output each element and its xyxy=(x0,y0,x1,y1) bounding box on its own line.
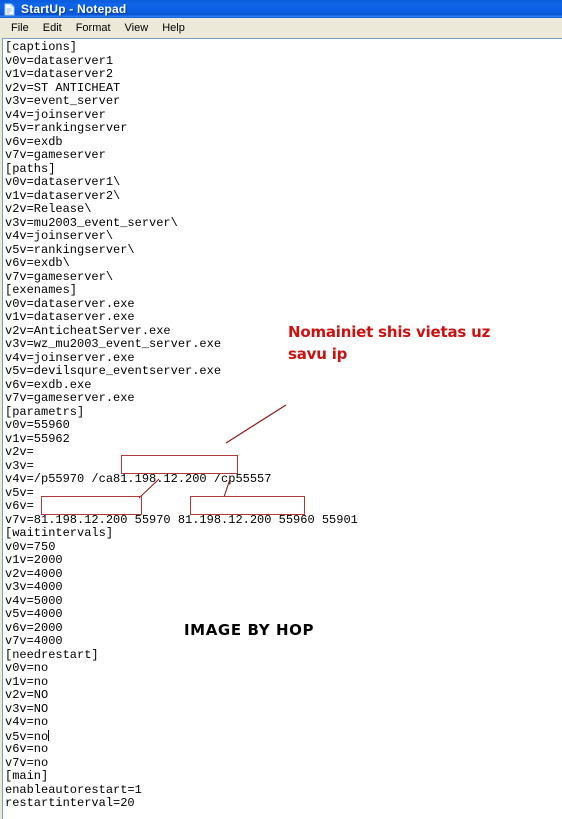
notepad-window: StartUp - Notepad File Edit Format View … xyxy=(0,0,562,819)
document-line: [needrestart] xyxy=(5,647,99,662)
document-line: enableautorestart=1 xyxy=(5,782,142,797)
document-line: v4v=joinserver.exe xyxy=(5,350,135,365)
document-line: v6v=exdb xyxy=(5,134,63,149)
document-line: v2v= xyxy=(5,445,34,459)
document-line: [waitintervals] xyxy=(5,526,114,540)
menu-item-help[interactable]: Help xyxy=(155,20,192,37)
notepad-icon xyxy=(3,2,16,16)
document-line: v5v=devilsqure_eventserver.exe xyxy=(5,364,222,378)
document-line: v3v= xyxy=(5,458,34,473)
client-area: [captions] v0v=dataserver1 v1v=dataserver2… xyxy=(0,38,562,819)
document-line: v6v=no xyxy=(5,742,49,756)
document-line: v5v=no xyxy=(5,729,50,744)
document-line: v0v=dataserver1\ xyxy=(5,175,121,189)
title-bar[interactable]: StartUp - Notepad xyxy=(0,0,562,18)
menu-item-edit[interactable]: Edit xyxy=(36,20,69,37)
document-line: [captions] xyxy=(5,40,78,54)
document-line: v4v=5000 xyxy=(5,593,63,608)
document-line: v1v=55962 xyxy=(5,431,70,446)
document-line: v5v=rankingserver\ xyxy=(5,242,135,257)
document-line: v0v=dataserver1 xyxy=(5,53,114,68)
document-line: v1v=dataserver.exe xyxy=(5,310,135,324)
document-line: v5v= xyxy=(5,485,34,500)
menu-item-file[interactable]: File xyxy=(4,20,36,37)
document-line: v7v=81.198.12.200 55970 81.198.12.200 55… xyxy=(5,512,358,527)
menu-item-view[interactable]: View xyxy=(118,20,156,37)
document-line: v1v=no xyxy=(5,674,49,689)
document-line: [main] xyxy=(5,769,49,783)
document-line: v6v=2000 xyxy=(5,620,63,635)
document-line: v3v=wz_mu2003_event_server.exe xyxy=(5,337,222,351)
document-line: v7v=gameserver.exe xyxy=(5,391,135,405)
document-line: v1v=dataserver2 xyxy=(5,67,114,81)
document-line: v0v=dataserver.exe xyxy=(5,296,135,311)
document-line: v6v= xyxy=(5,499,34,513)
document-line: v4v=/p55970 /ca81.198.12.200 /cp55557 xyxy=(5,472,272,486)
document-line: v7v=no xyxy=(5,755,49,770)
document-line: v3v=mu2003_event_server\ xyxy=(5,215,178,230)
document-line: v2v=Release\ xyxy=(5,202,92,216)
document-line: v0v=no xyxy=(5,661,49,675)
document-line: v3v=NO xyxy=(5,701,49,716)
document-line: v3v=event_server xyxy=(5,94,121,108)
document-line: v0v=750 xyxy=(5,539,56,554)
document-line: v7v=4000 xyxy=(5,634,63,648)
text-caret xyxy=(48,729,50,741)
document-line: v2v=NO xyxy=(5,688,49,702)
document-line: v5v=4000 xyxy=(5,607,63,621)
document-line: v7v=gameserver\ xyxy=(5,269,114,284)
menu-item-format[interactable]: Format xyxy=(69,20,118,37)
document-line: v1v=dataserver2\ xyxy=(5,188,121,203)
text-editor[interactable]: [captions] v0v=dataserver1 v1v=dataserver2… xyxy=(2,38,562,819)
document-line: [parametrs] xyxy=(5,404,85,419)
document-line: v6v=exdb.exe xyxy=(5,377,92,392)
document-line: v6v=exdb\ xyxy=(5,256,70,270)
document-line: v0v=55960 xyxy=(5,418,70,432)
window-title: StartUp - Notepad xyxy=(21,2,127,16)
document-line: v2v=4000 xyxy=(5,566,63,581)
document-line: [paths] xyxy=(5,161,56,176)
document-line: v2v=ST ANTICHEAT xyxy=(5,80,121,95)
document-line: v4v=joinserver\ xyxy=(5,229,114,243)
document-line: v7v=gameserver xyxy=(5,148,106,162)
document-text[interactable]: [captions] v0v=dataserver1 v1v=dataserver2… xyxy=(5,40,358,811)
document-line: v4v=joinserver xyxy=(5,107,106,122)
menu-bar: File Edit Format View Help xyxy=(0,18,562,38)
document-line: v5v=rankingserver xyxy=(5,121,128,135)
document-line: v3v=4000 xyxy=(5,580,63,594)
document-line: v2v=AnticheatServer.exe xyxy=(5,323,171,338)
document-line: [exenames] xyxy=(5,283,78,297)
document-line: v4v=no xyxy=(5,715,49,729)
document-line: v1v=2000 xyxy=(5,553,63,567)
document-line: restartinterval=20 xyxy=(5,796,135,810)
